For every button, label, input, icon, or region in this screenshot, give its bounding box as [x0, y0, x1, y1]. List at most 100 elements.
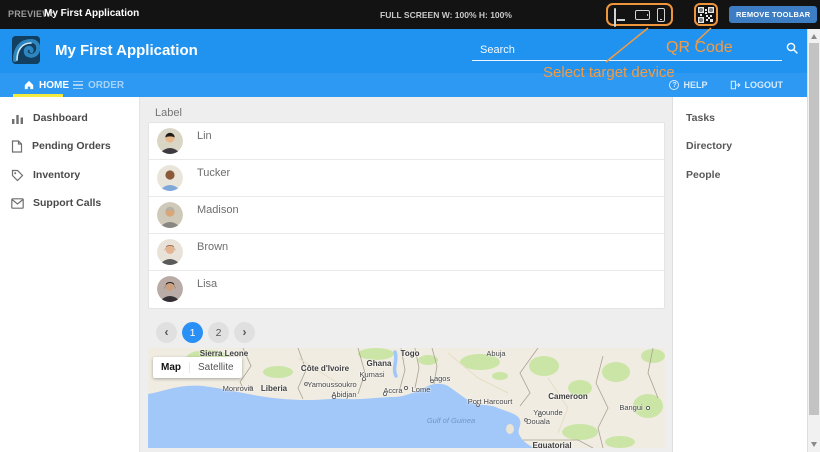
- map-label-lome: Lome: [412, 385, 431, 394]
- left-sidebar: Dashboard Pending Orders Inventory: [0, 97, 140, 452]
- map-label-equatorial: Equatorial: [532, 441, 571, 448]
- sidebar-item-directory[interactable]: Directory: [673, 134, 808, 158]
- logout-label: LOGOUT: [745, 80, 784, 90]
- sidebar-item-support-calls[interactable]: Support Calls: [0, 191, 140, 215]
- search-icon[interactable]: [786, 42, 798, 54]
- list-item-lisa[interactable]: Lisa: [149, 271, 664, 308]
- list-item-tucker[interactable]: Tucker: [149, 160, 664, 197]
- pagination-page-1[interactable]: 1: [182, 322, 203, 343]
- map-label-yamoussoukro: Yamoussoukro: [307, 380, 356, 389]
- map-label-accra: Accra: [383, 386, 402, 395]
- app-title: My First Application: [55, 42, 198, 59]
- tab-order[interactable]: ORDER: [73, 73, 124, 97]
- list-item-madison[interactable]: Madison: [149, 197, 664, 234]
- map-label-abuja: Abuja: [486, 349, 505, 358]
- sidebar-item-people[interactable]: People: [673, 163, 808, 187]
- tab-order-label: ORDER: [88, 80, 124, 91]
- tablet-icon[interactable]: [635, 10, 650, 20]
- phone-icon[interactable]: [657, 8, 665, 22]
- qr-code-icon: [698, 7, 714, 23]
- avatar: [157, 276, 183, 302]
- pagination-prev-button[interactable]: ‹: [156, 322, 177, 343]
- app-preview-screen: PREVIEW: My First Application FULL SCREE…: [0, 0, 820, 452]
- app-body: Dashboard Pending Orders Inventory: [0, 97, 807, 452]
- map-label-yaounde: Yaounde: [533, 408, 562, 417]
- pagination-next-button[interactable]: ›: [234, 322, 255, 343]
- pagination-page-2[interactable]: 2: [208, 322, 229, 343]
- map-label-ghana: Ghana: [367, 359, 392, 368]
- map-label-abidjan: Abidjan: [331, 390, 356, 399]
- nav-right-links: HELP LOGOUT: [669, 73, 783, 97]
- satellite-view-button[interactable]: Satellite: [189, 362, 242, 373]
- map-label-lagos: Lagos: [430, 374, 450, 383]
- toolbar-app-title: My First Application: [44, 8, 139, 19]
- map-label-bangui: Bangui: [619, 403, 642, 412]
- right-sidebar: Tasks Directory People: [672, 97, 807, 452]
- help-label: HELP: [683, 80, 707, 90]
- device-selector-group: [606, 3, 673, 26]
- help-link[interactable]: HELP: [669, 80, 707, 90]
- main-content: Label Lin Tucker: [148, 97, 665, 452]
- home-icon: [24, 80, 34, 90]
- avatar: [157, 239, 183, 265]
- list-column-header: Label: [155, 107, 182, 119]
- person-name: Lisa: [197, 278, 217, 290]
- sidebar-item-pending-orders[interactable]: Pending Orders: [0, 134, 140, 158]
- map-label-port-harcourt: Port Harcourt: [468, 397, 513, 406]
- vertical-scrollbar[interactable]: [807, 29, 820, 452]
- avatar: [157, 202, 183, 228]
- map-label-monrovia: Monrovia: [223, 384, 254, 393]
- desktop-icon[interactable]: [614, 9, 628, 21]
- logout-icon: [730, 80, 741, 90]
- sidebar-label: Dashboard: [33, 112, 88, 124]
- bar-chart-icon: [11, 112, 24, 125]
- envelope-icon: [11, 198, 24, 209]
- preview-toolbar: PREVIEW: My First Application FULL SCREE…: [0, 0, 820, 29]
- logout-link[interactable]: LOGOUT: [730, 80, 784, 90]
- app-nav-bar: HOME ORDER HELP LOGOUT: [0, 73, 807, 97]
- app-header: My First Application: [0, 29, 820, 73]
- scrollbar-thumb[interactable]: [809, 43, 819, 415]
- person-name: Tucker: [197, 167, 230, 179]
- sidebar-label: People: [686, 169, 720, 181]
- map-label-kumasi: Kumasi: [359, 370, 384, 379]
- remove-toolbar-button[interactable]: REMOVE TOOLBAR: [729, 6, 817, 23]
- sidebar-label: Tasks: [686, 112, 715, 124]
- wave-logo: [12, 36, 40, 64]
- pagination: ‹ 1 2 ›: [156, 322, 255, 343]
- person-name: Brown: [197, 241, 228, 253]
- map-label-c-te-d-ivoire: Côte d'Ivoire: [301, 364, 349, 373]
- qr-code-button[interactable]: [694, 3, 718, 26]
- list-item-lin[interactable]: Lin: [149, 123, 664, 160]
- avatar: [157, 128, 183, 154]
- sidebar-item-inventory[interactable]: Inventory: [0, 163, 140, 187]
- tag-icon: [11, 169, 24, 182]
- search-field-wrap: [472, 39, 782, 61]
- scroll-down-arrow-icon[interactable]: [811, 442, 817, 447]
- hamburger-icon: [73, 79, 83, 92]
- fullscreen-info: FULL SCREEN W: 100% H: 100%: [380, 10, 512, 20]
- map-label-liberia: Liberia: [261, 384, 287, 393]
- map-label-gulf-of-guinea: Gulf of Guinea: [427, 416, 475, 425]
- avatar: [157, 165, 183, 191]
- map-label-cameroon: Cameroon: [548, 392, 588, 401]
- sidebar-label: Directory: [686, 140, 732, 152]
- map-type-control: Map Satellite: [153, 357, 242, 378]
- sidebar-item-dashboard[interactable]: Dashboard: [0, 106, 140, 130]
- person-name: Lin: [197, 130, 212, 142]
- document-icon: [11, 140, 23, 153]
- person-name: Madison: [197, 204, 239, 216]
- help-icon: [669, 80, 679, 90]
- list-item-brown[interactable]: Brown: [149, 234, 664, 271]
- map-view-button[interactable]: Map: [153, 362, 189, 373]
- scroll-up-arrow-icon[interactable]: [811, 34, 817, 39]
- search-input[interactable]: [472, 39, 782, 60]
- sidebar-item-tasks[interactable]: Tasks: [673, 106, 808, 130]
- map-widget[interactable]: Sierra LeoneCôte d'IvoireGhanaTogoLiberi…: [148, 348, 665, 448]
- sidebar-label: Pending Orders: [32, 140, 111, 152]
- people-list: Lin Tucker Madison: [148, 122, 665, 309]
- sidebar-label: Inventory: [33, 169, 80, 181]
- map-label-togo: Togo: [401, 349, 420, 358]
- sidebar-label: Support Calls: [33, 197, 101, 209]
- map-label-douala: Douala: [526, 417, 550, 426]
